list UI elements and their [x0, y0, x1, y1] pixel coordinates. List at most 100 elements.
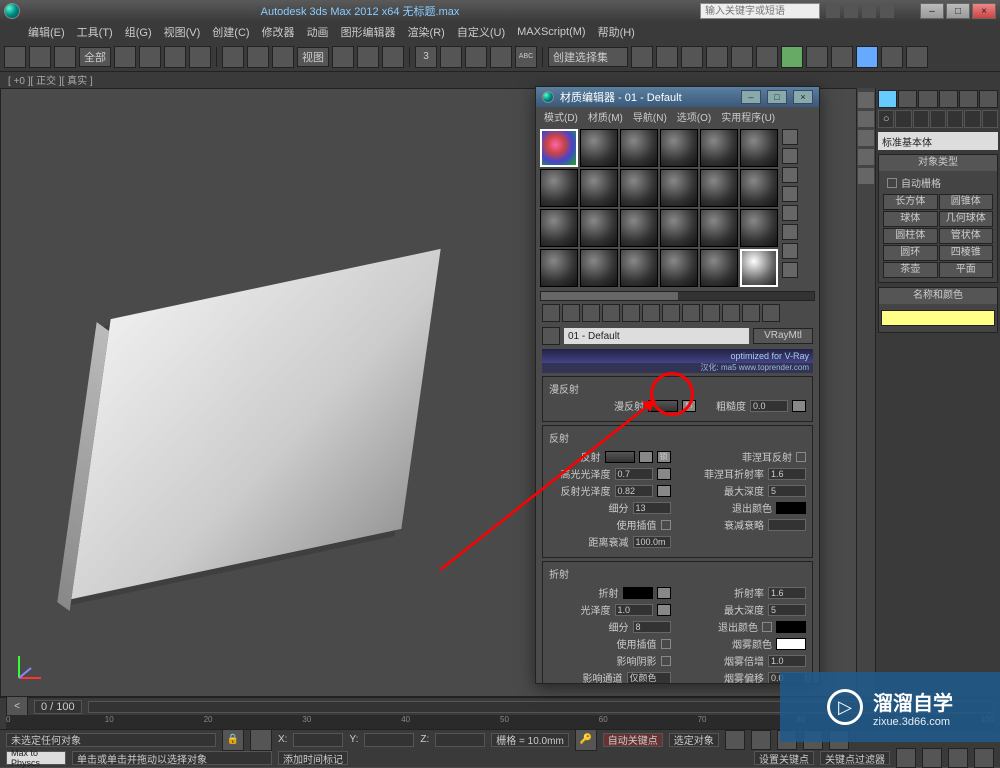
nav-max-icon[interactable]: [974, 748, 994, 768]
obj-cylinder[interactable]: 圆柱体: [883, 228, 938, 244]
x-field[interactable]: [293, 733, 343, 747]
hilight-map-button[interactable]: [657, 468, 671, 480]
menu-tools[interactable]: 工具(T): [77, 24, 113, 40]
spinner-snap-icon[interactable]: [490, 46, 512, 68]
reflect-swatch[interactable]: [605, 451, 635, 463]
select-name-icon[interactable]: [139, 46, 161, 68]
me-menu-mode[interactable]: 模式(D): [544, 109, 578, 124]
percent-snap-icon[interactable]: [465, 46, 487, 68]
render-setup-icon[interactable]: [806, 46, 828, 68]
refract-swatch[interactable]: [623, 587, 653, 599]
material-id-icon[interactable]: [682, 304, 700, 322]
category-dropdown[interactable]: 标准基本体: [878, 132, 998, 150]
prev-frame-icon[interactable]: [751, 730, 771, 750]
obj-pyramid[interactable]: 四棱锥: [939, 245, 994, 261]
go-sibling-icon[interactable]: [762, 304, 780, 322]
material-slot[interactable]: [700, 249, 738, 287]
material-slot[interactable]: [620, 249, 658, 287]
angle-snap-icon[interactable]: [440, 46, 462, 68]
diffuse-swatch[interactable]: [648, 400, 678, 412]
obj-plane[interactable]: 平面: [939, 262, 994, 278]
obj-sphere[interactable]: 球体: [883, 211, 938, 227]
menu-animation[interactable]: 动画: [307, 24, 329, 40]
put-to-scene-icon[interactable]: [562, 304, 580, 322]
refl-exit-spinner[interactable]: 100.0m: [633, 536, 671, 548]
menu-help[interactable]: 帮助(H): [598, 24, 635, 40]
keyboard-icon[interactable]: [382, 46, 404, 68]
refr-gloss-map-button[interactable]: [657, 604, 671, 616]
render-frame-icon[interactable]: [831, 46, 853, 68]
refr-interp-checkbox[interactable]: [661, 639, 671, 649]
obj-cone[interactable]: 圆锥体: [939, 194, 994, 210]
refl-maxdepth-spinner[interactable]: 5: [768, 485, 806, 497]
selected-dropdown[interactable]: 选定对象: [669, 733, 719, 747]
systems-icon[interactable]: [982, 110, 998, 128]
material-slot[interactable]: [620, 209, 658, 247]
fog-color-swatch[interactable]: [776, 638, 806, 650]
obj-tube[interactable]: 管状体: [939, 228, 994, 244]
render-icon[interactable]: [856, 46, 878, 68]
refl-dim-spinner[interactable]: [768, 519, 806, 531]
material-slot[interactable]: [620, 169, 658, 207]
autogrid-checkbox[interactable]: [887, 178, 897, 188]
geometry-icon[interactable]: ○: [878, 110, 894, 128]
graphite-icon[interactable]: [706, 46, 728, 68]
title-icon-3[interactable]: [862, 4, 876, 18]
lights-icon[interactable]: [913, 110, 929, 128]
shapes-icon[interactable]: [895, 110, 911, 128]
me-menu-util[interactable]: 实用程序(U): [721, 109, 775, 124]
put-to-lib-icon[interactable]: [662, 304, 680, 322]
backlight-icon[interactable]: [782, 148, 798, 164]
abc-icon[interactable]: ABC: [515, 46, 537, 68]
helpers-icon[interactable]: [947, 110, 963, 128]
link-icon[interactable]: [4, 46, 26, 68]
pick-material-icon[interactable]: [542, 327, 560, 345]
strip-btn-2[interactable]: [858, 111, 874, 127]
material-slot[interactable]: [540, 209, 578, 247]
selection-set-dropdown[interactable]: 创建选择集: [548, 47, 628, 67]
cameras-icon[interactable]: [930, 110, 946, 128]
refl-gloss-map-button[interactable]: [657, 485, 671, 497]
material-slot[interactable]: [700, 209, 738, 247]
reset-icon[interactable]: [602, 304, 620, 322]
menu-customize[interactable]: 自定义(U): [457, 24, 505, 40]
refract-map-button[interactable]: [657, 587, 671, 599]
hierarchy-tab[interactable]: [918, 90, 937, 108]
video-check-icon[interactable]: [782, 205, 798, 221]
viewport-box-object[interactable]: [71, 249, 440, 599]
menu-create[interactable]: 创建(C): [212, 24, 249, 40]
schematic-icon[interactable]: [756, 46, 778, 68]
go-parent-icon[interactable]: [742, 304, 760, 322]
reflect-map-button[interactable]: [639, 451, 653, 463]
material-slot[interactable]: [660, 129, 698, 167]
reflect-lock[interactable]: 锁: [657, 451, 671, 463]
refr-exitcolor-checkbox[interactable]: [762, 622, 772, 632]
refr-ior-spinner[interactable]: 1.6: [768, 587, 806, 599]
me-menu-nav[interactable]: 导航(N): [633, 109, 667, 124]
snap-icon[interactable]: 3: [415, 46, 437, 68]
scale-icon[interactable]: [272, 46, 294, 68]
obj-geosphere[interactable]: 几何球体: [939, 211, 994, 227]
title-icon-2[interactable]: [844, 4, 858, 18]
display-tab[interactable]: [959, 90, 978, 108]
keyfilter-button[interactable]: 关键点过滤器: [820, 751, 890, 765]
material-slot-1[interactable]: [540, 129, 578, 167]
background-icon[interactable]: [782, 167, 798, 183]
refr-maxdepth-spinner[interactable]: 5: [768, 604, 806, 616]
create-tab[interactable]: [878, 90, 897, 108]
nav-orbit-icon[interactable]: [948, 748, 968, 768]
curve-editor-icon[interactable]: [731, 46, 753, 68]
help-search-input[interactable]: [700, 3, 820, 19]
obj-torus[interactable]: 圆环: [883, 245, 938, 261]
material-slot[interactable]: [700, 169, 738, 207]
slots-scrollbar[interactable]: [540, 291, 815, 301]
roughness-map-button[interactable]: [792, 400, 806, 412]
obj-box[interactable]: 长方体: [883, 194, 938, 210]
refl-gloss-spinner[interactable]: 0.82: [615, 485, 653, 497]
obj-teapot[interactable]: 茶壶: [883, 262, 938, 278]
fresnel-checkbox[interactable]: [796, 452, 806, 462]
refr-gloss-spinner[interactable]: 1.0: [615, 604, 653, 616]
menu-grapheditors[interactable]: 图形编辑器: [341, 24, 396, 40]
sample-uv-icon[interactable]: [782, 186, 798, 202]
refr-shadows-checkbox[interactable]: [661, 656, 671, 666]
